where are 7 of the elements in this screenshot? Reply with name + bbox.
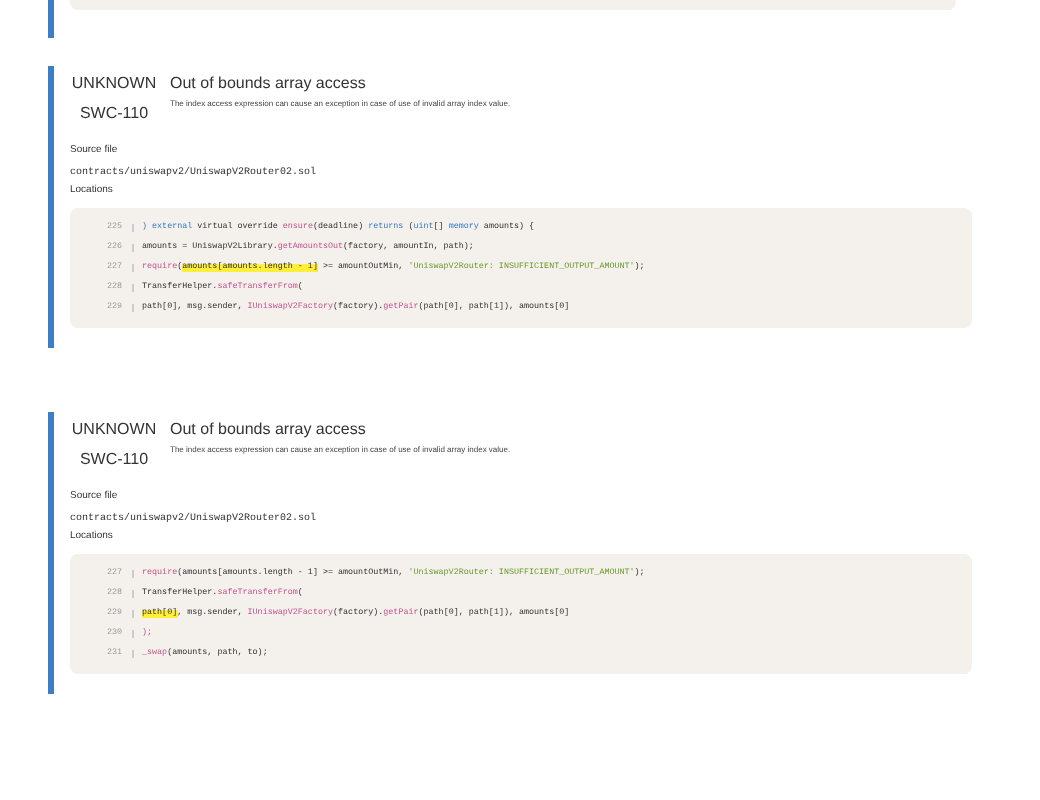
issue-accent-bar <box>48 0 54 38</box>
severity-label: UNKNOWN <box>71 74 157 92</box>
swc-id: SWC-110 <box>79 104 149 122</box>
swc-id: SWC-110 <box>79 450 149 468</box>
issue-title: Out of bounds array access <box>170 74 368 92</box>
severity-label: UNKNOWN <box>71 420 157 438</box>
issue-title: Out of bounds array access <box>170 420 368 438</box>
